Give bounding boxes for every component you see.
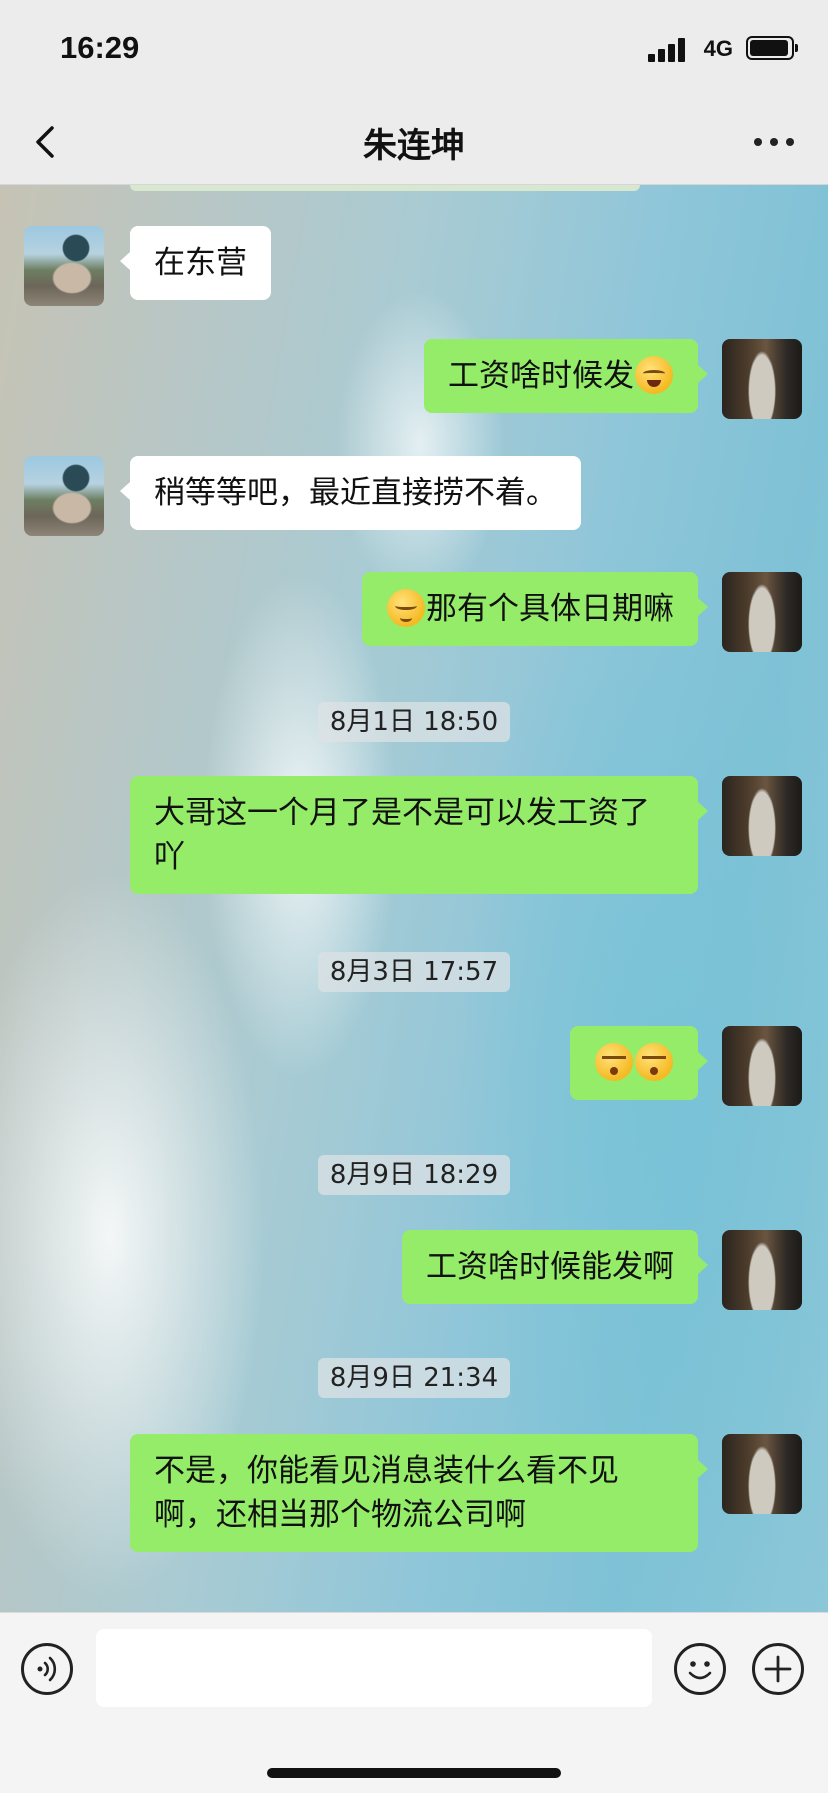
incoming-message[interactable]: 在东营 (120, 226, 271, 300)
smirking-face-icon (635, 1043, 673, 1081)
outgoing-message[interactable]: 大哥这一个月了是不是可以发工资了吖 (130, 776, 708, 894)
outgoing-message[interactable]: 工资啥时候能发啊 (402, 1230, 708, 1304)
plus-icon (764, 1655, 792, 1683)
user-avatar[interactable] (722, 1434, 802, 1514)
home-indicator[interactable] (267, 1768, 561, 1778)
chat-title: 朱连坤 (363, 126, 465, 166)
user-avatar[interactable] (722, 1026, 802, 1106)
crying-face-icon (635, 356, 673, 394)
user-avatar[interactable] (722, 1230, 802, 1310)
timestamp-label: 8月9日 18:29 (317, 1155, 511, 1195)
nav-bar: 朱连坤 (0, 100, 828, 185)
timestamp: 8月9日 21:34 (0, 1358, 828, 1398)
contact-avatar[interactable] (24, 456, 104, 536)
status-bar: 16:29 4G (0, 0, 828, 100)
voice-icon (37, 1656, 57, 1682)
message-text: 工资啥时候发 (448, 358, 634, 394)
message-text: 工资啥时候能发啊 (426, 1249, 674, 1285)
contact-avatar[interactable] (24, 226, 104, 306)
smirking-face-icon (595, 1043, 633, 1081)
blushing-face-icon (387, 589, 425, 627)
more-options-icon[interactable] (754, 138, 794, 148)
user-avatar[interactable] (722, 776, 802, 856)
user-avatar[interactable] (722, 339, 802, 419)
message-text: 那有个具体日期嘛 (426, 591, 674, 627)
battery-icon (746, 36, 798, 60)
timestamp: 8月3日 17:57 (0, 952, 828, 992)
message-text: 大哥这一个月了是不是可以发工资了吖 (154, 795, 650, 875)
signal-icon (648, 38, 690, 62)
chat-area[interactable]: 在东营 工资啥时候发 稍等等吧，最近直接捞不着。 那有个具体日期嘛 8月1日 1… (0, 185, 828, 1612)
timestamp-label: 8月3日 17:57 (317, 952, 511, 992)
network-label: 4G (703, 36, 733, 61)
outgoing-message[interactable]: 不是，你能看见消息装什么看不见啊，还相当那个物流公司啊 (130, 1434, 708, 1552)
more-actions-button[interactable] (752, 1643, 804, 1695)
message-text: 稍等等吧，最近直接捞不着。 (154, 475, 557, 511)
message-text: 在东营 (154, 245, 247, 281)
partial-message-strip (130, 185, 640, 191)
input-bar (0, 1612, 828, 1793)
timestamp-label: 8月1日 18:50 (317, 702, 511, 742)
outgoing-message[interactable]: 那有个具体日期嘛 (362, 572, 708, 646)
emoji-button[interactable] (674, 1643, 726, 1695)
timestamp: 8月9日 18:29 (0, 1155, 828, 1195)
message-input[interactable] (96, 1629, 652, 1707)
outgoing-message[interactable]: 工资啥时候发 (424, 339, 708, 413)
message-text: 不是，你能看见消息装什么看不见啊，还相当那个物流公司啊 (154, 1453, 619, 1533)
smiley-icon (688, 1661, 712, 1680)
user-avatar[interactable] (722, 572, 802, 652)
timestamp: 8月1日 18:50 (0, 702, 828, 742)
incoming-message[interactable]: 稍等等吧，最近直接捞不着。 (120, 456, 581, 530)
outgoing-message[interactable] (570, 1026, 708, 1100)
status-time: 16:29 (60, 30, 140, 65)
voice-input-button[interactable] (21, 1643, 73, 1695)
timestamp-label: 8月9日 21:34 (317, 1358, 511, 1398)
